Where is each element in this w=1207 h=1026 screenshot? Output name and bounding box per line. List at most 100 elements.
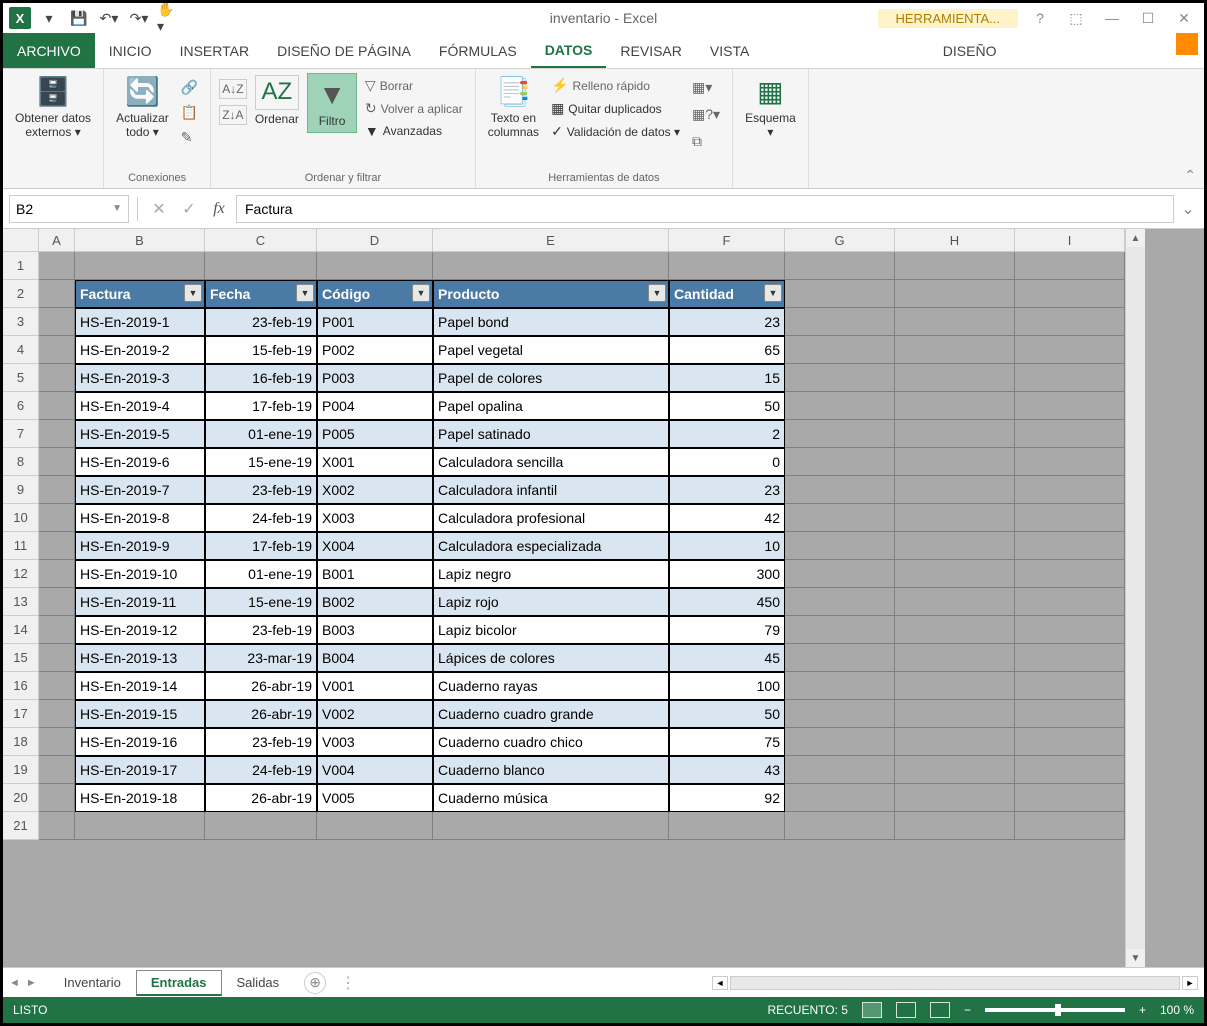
cell-F5[interactable]: 15 — [669, 364, 785, 392]
filter-dropdown-icon[interactable]: ▼ — [412, 284, 430, 302]
cell-C1[interactable] — [205, 252, 317, 280]
view-page-layout-icon[interactable] — [896, 1002, 916, 1018]
maximize-icon[interactable]: ☐ — [1134, 8, 1162, 28]
cell-E2[interactable]: Producto▼ — [433, 280, 669, 308]
expand-formula-bar-icon[interactable]: ⌄ — [1178, 199, 1198, 219]
cell-C13[interactable]: 15-ene-19 — [205, 588, 317, 616]
obtener-datos-button[interactable]: 🗄️ Obtener datos externos ▾ — [11, 73, 95, 141]
cell-B9[interactable]: HS-En-2019-7 — [75, 476, 205, 504]
cell-C16[interactable]: 26-abr-19 — [205, 672, 317, 700]
cell-F16[interactable]: 100 — [669, 672, 785, 700]
cell-F21[interactable] — [669, 812, 785, 840]
volver-aplicar-button[interactable]: ↻Volver a aplicar — [361, 98, 467, 119]
borrar-button[interactable]: ▽Borrar — [361, 75, 467, 96]
cell-I5[interactable] — [1015, 364, 1125, 392]
cell-A20[interactable] — [39, 784, 75, 812]
cell-C14[interactable]: 23-feb-19 — [205, 616, 317, 644]
quitar-duplicados-button[interactable]: ▦Quitar duplicados — [547, 98, 684, 119]
cell-G17[interactable] — [785, 700, 895, 728]
cell-H12[interactable] — [895, 560, 1015, 588]
cell-B21[interactable] — [75, 812, 205, 840]
cell-G3[interactable] — [785, 308, 895, 336]
row-header-3[interactable]: 3 — [3, 308, 39, 336]
cell-E6[interactable]: Papel opalina — [433, 392, 669, 420]
cell-H17[interactable] — [895, 700, 1015, 728]
cell-D17[interactable]: V002 — [317, 700, 433, 728]
cell-G13[interactable] — [785, 588, 895, 616]
cell-A2[interactable] — [39, 280, 75, 308]
row-header-2[interactable]: 2 — [3, 280, 39, 308]
cell-A19[interactable] — [39, 756, 75, 784]
cell-A15[interactable] — [39, 644, 75, 672]
cell-F13[interactable]: 450 — [669, 588, 785, 616]
cell-B14[interactable]: HS-En-2019-12 — [75, 616, 205, 644]
sheet-tab-entradas[interactable]: Entradas — [136, 970, 222, 996]
tab-formulas[interactable]: FÓRMULAS — [425, 33, 531, 68]
cell-B5[interactable]: HS-En-2019-3 — [75, 364, 205, 392]
cell-G10[interactable] — [785, 504, 895, 532]
save-icon[interactable]: 💾 — [67, 6, 91, 30]
cell-D21[interactable] — [317, 812, 433, 840]
cell-F2[interactable]: Cantidad▼ — [669, 280, 785, 308]
cell-E5[interactable]: Papel de colores — [433, 364, 669, 392]
whatif-icon[interactable]: ▦?▾ — [688, 104, 724, 125]
zoom-in-icon[interactable]: + — [1139, 1003, 1146, 1017]
sort-desc-icon[interactable]: Z↓A — [219, 105, 246, 125]
cell-E3[interactable]: Papel bond — [433, 308, 669, 336]
consolidate-icon[interactable]: ▦▾ — [688, 77, 724, 98]
row-header-6[interactable]: 6 — [3, 392, 39, 420]
cell-B10[interactable]: HS-En-2019-8 — [75, 504, 205, 532]
cell-D8[interactable]: X001 — [317, 448, 433, 476]
view-page-break-icon[interactable] — [930, 1002, 950, 1018]
row-header-1[interactable]: 1 — [3, 252, 39, 280]
filter-dropdown-icon[interactable]: ▼ — [184, 284, 202, 302]
filtro-button[interactable]: ▼ Filtro — [307, 73, 357, 133]
cell-I1[interactable] — [1015, 252, 1125, 280]
cell-C20[interactable]: 26-abr-19 — [205, 784, 317, 812]
cell-B11[interactable]: HS-En-2019-9 — [75, 532, 205, 560]
cell-A18[interactable] — [39, 728, 75, 756]
cell-I3[interactable] — [1015, 308, 1125, 336]
cell-E18[interactable]: Cuaderno cuadro chico — [433, 728, 669, 756]
cell-D14[interactable]: B003 — [317, 616, 433, 644]
cell-G14[interactable] — [785, 616, 895, 644]
cell-F1[interactable] — [669, 252, 785, 280]
cell-E10[interactable]: Calculadora profesional — [433, 504, 669, 532]
sheet-nav-next-icon[interactable]: ► — [26, 977, 37, 989]
cell-E7[interactable]: Papel satinado — [433, 420, 669, 448]
fx-icon[interactable]: fx — [206, 196, 232, 222]
cell-H7[interactable] — [895, 420, 1015, 448]
qat-dropdown-icon[interactable]: ▾ — [37, 6, 61, 30]
scroll-left-icon[interactable]: ◄ — [712, 976, 728, 990]
row-header-13[interactable]: 13 — [3, 588, 39, 616]
row-header-10[interactable]: 10 — [3, 504, 39, 532]
cell-H21[interactable] — [895, 812, 1015, 840]
zoom-level[interactable]: 100 % — [1160, 1003, 1194, 1017]
cell-H11[interactable] — [895, 532, 1015, 560]
properties-icon[interactable]: 📋 — [177, 102, 202, 123]
cell-C4[interactable]: 15-feb-19 — [205, 336, 317, 364]
cell-H1[interactable] — [895, 252, 1015, 280]
cell-B6[interactable]: HS-En-2019-4 — [75, 392, 205, 420]
enter-formula-icon[interactable]: ✓ — [176, 196, 202, 222]
cell-D3[interactable]: P001 — [317, 308, 433, 336]
row-header-5[interactable]: 5 — [3, 364, 39, 392]
sheet-nav-prev-icon[interactable]: ◄ — [9, 977, 20, 989]
cell-B16[interactable]: HS-En-2019-14 — [75, 672, 205, 700]
cell-A5[interactable] — [39, 364, 75, 392]
cell-D16[interactable]: V001 — [317, 672, 433, 700]
row-header-11[interactable]: 11 — [3, 532, 39, 560]
cell-B3[interactable]: HS-En-2019-1 — [75, 308, 205, 336]
cell-B20[interactable]: HS-En-2019-18 — [75, 784, 205, 812]
cell-G2[interactable] — [785, 280, 895, 308]
cell-D18[interactable]: V003 — [317, 728, 433, 756]
zoom-slider[interactable] — [985, 1008, 1125, 1012]
edit-links-icon[interactable]: ✎ — [177, 127, 202, 148]
add-sheet-icon[interactable]: ⊕ — [304, 972, 326, 994]
cell-C6[interactable]: 17-feb-19 — [205, 392, 317, 420]
row-header-19[interactable]: 19 — [3, 756, 39, 784]
cell-I8[interactable] — [1015, 448, 1125, 476]
cell-D12[interactable]: B001 — [317, 560, 433, 588]
cell-G20[interactable] — [785, 784, 895, 812]
cell-C7[interactable]: 01-ene-19 — [205, 420, 317, 448]
